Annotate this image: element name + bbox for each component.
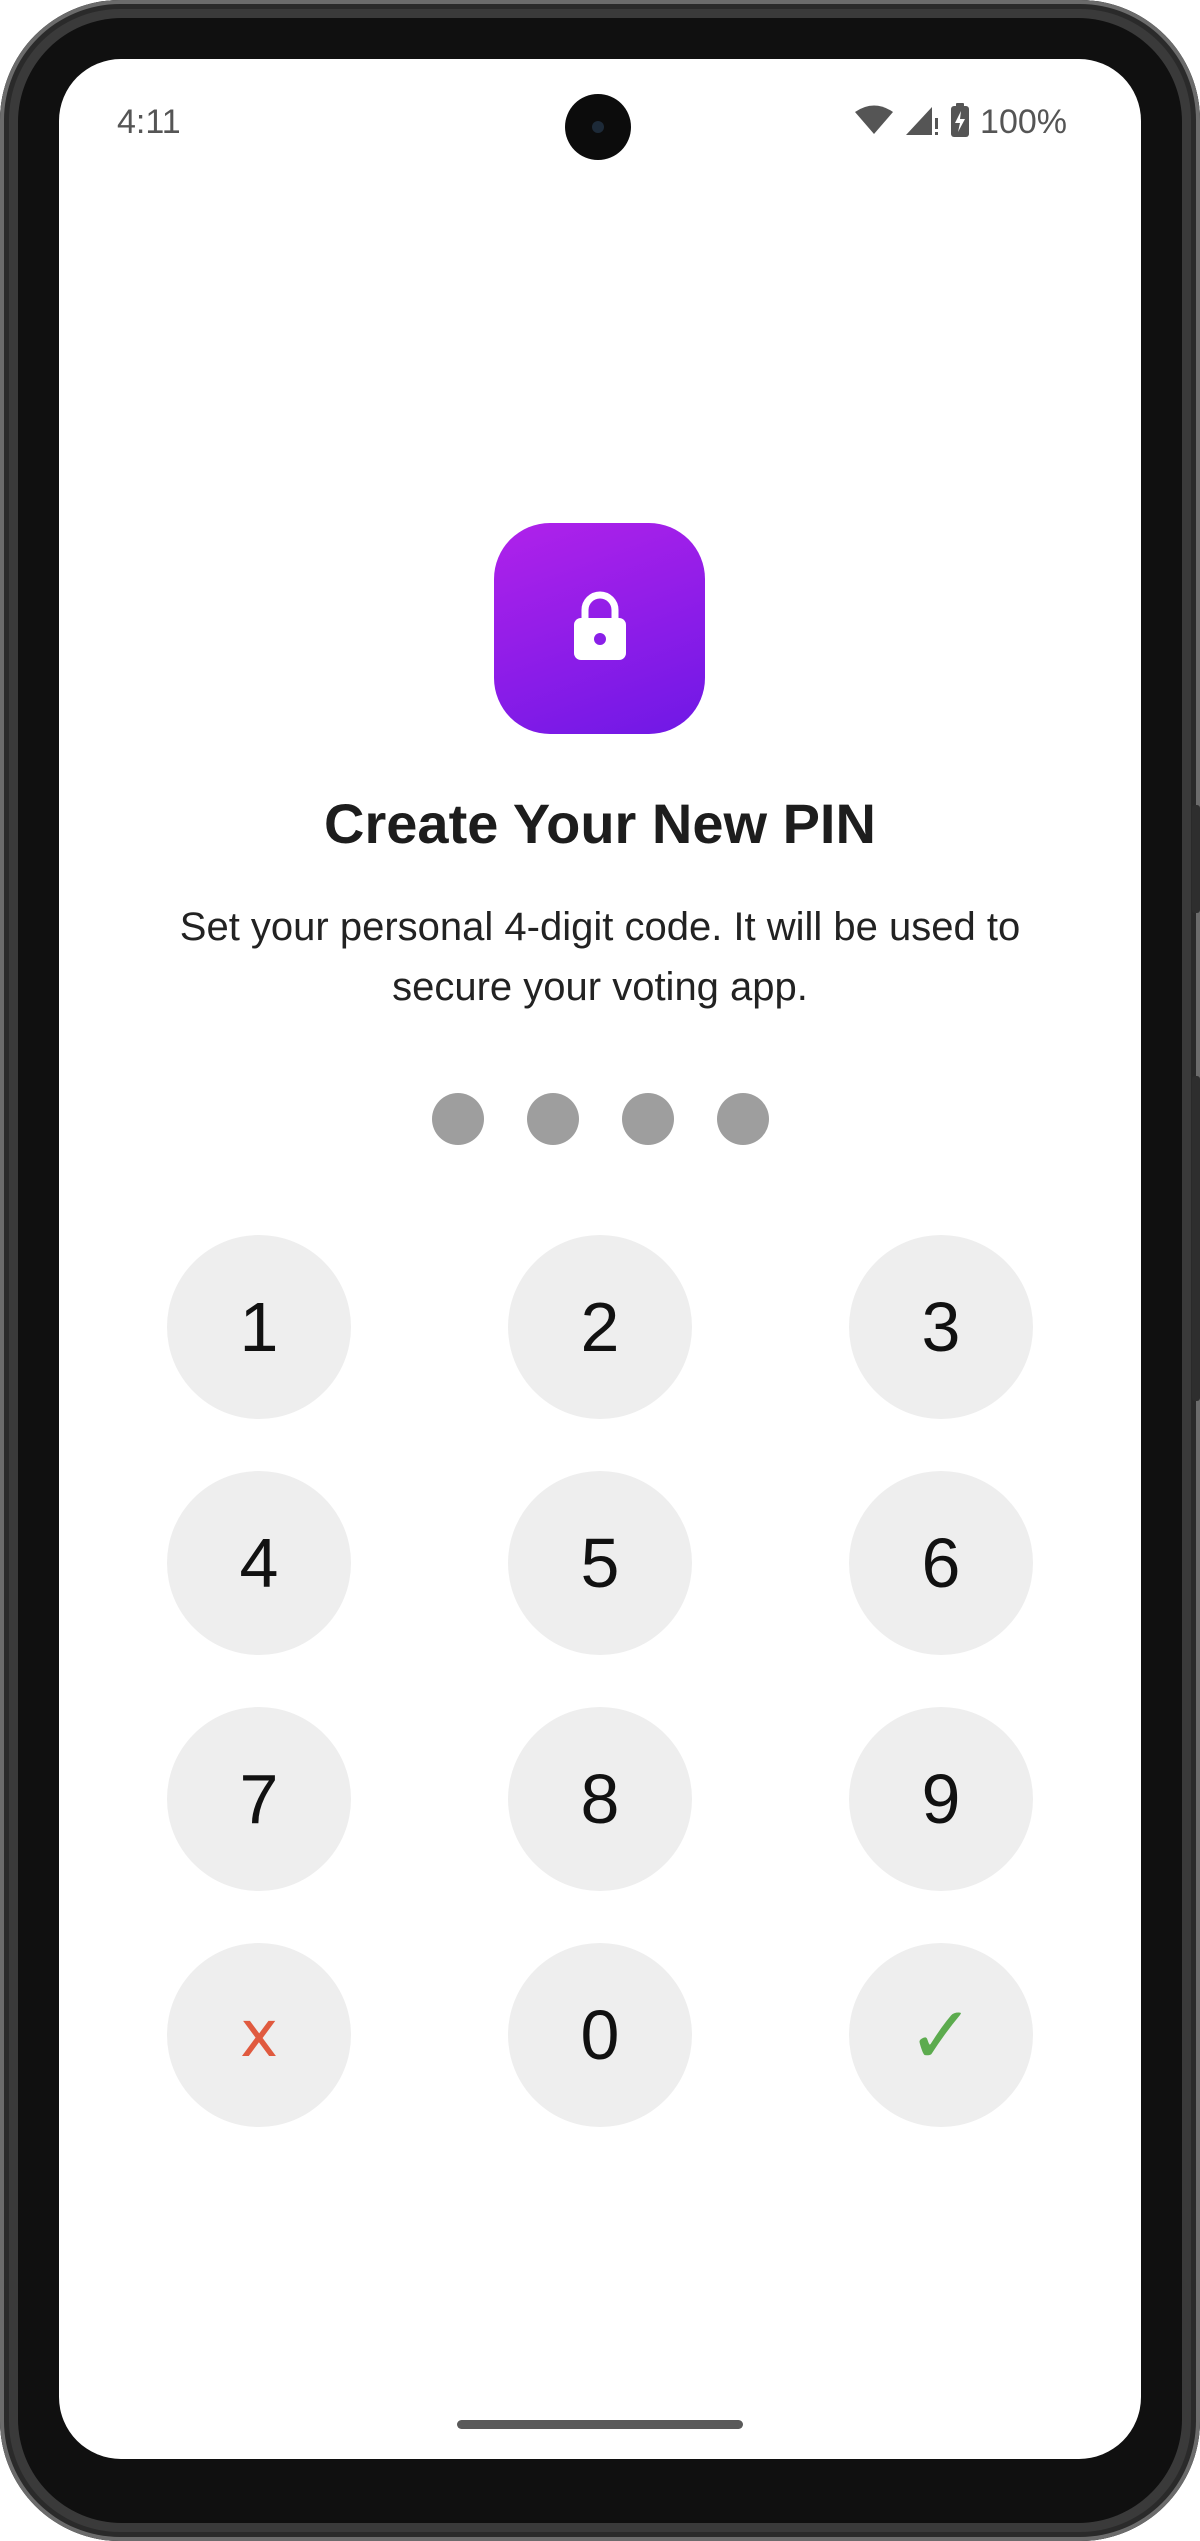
checkmark-icon: ✓ xyxy=(907,1988,975,2082)
key-7[interactable]: 7 xyxy=(167,1707,351,1891)
key-2[interactable]: 2 xyxy=(508,1235,692,1419)
pin-dot xyxy=(526,1093,579,1145)
key-9[interactable]: 9 xyxy=(849,1707,1033,1891)
confirm-button[interactable]: ✓ xyxy=(849,1943,1033,2127)
clear-button[interactable]: x xyxy=(167,1943,351,2127)
battery-percent: 100% xyxy=(980,103,1067,141)
screen: 4:11 100% Create Your New PIN Set your p… xyxy=(59,59,1141,2459)
home-indicator[interactable] xyxy=(457,2420,743,2429)
key-8[interactable]: 8 xyxy=(508,1707,692,1891)
number-keypad: 1 2 3 4 5 6 7 8 9 x 0 ✓ xyxy=(167,1235,1033,2127)
page-title: Create Your New PIN xyxy=(324,792,876,855)
lock-icon xyxy=(571,590,629,667)
key-1[interactable]: 1 xyxy=(167,1235,351,1419)
key-3[interactable]: 3 xyxy=(849,1235,1033,1419)
power-button xyxy=(1192,805,1200,913)
volume-button xyxy=(1192,1076,1200,1401)
key-6[interactable]: 6 xyxy=(849,1471,1033,1655)
key-0[interactable]: 0 xyxy=(508,1943,692,2127)
clear-icon: x xyxy=(240,1998,278,2072)
app-lock-badge xyxy=(494,523,705,734)
key-4[interactable]: 4 xyxy=(167,1471,351,1655)
status-bar: 4:11 100% xyxy=(59,59,1141,189)
wifi-icon xyxy=(854,105,894,140)
battery-charging-icon xyxy=(950,103,970,142)
signal-icon xyxy=(904,104,940,141)
page-subtitle: Set your personal 4-digit code. It will … xyxy=(179,905,1021,1009)
status-time: 4:11 xyxy=(117,103,181,141)
status-icons: 100% xyxy=(854,103,1067,142)
key-5[interactable]: 5 xyxy=(508,1471,692,1655)
pin-dot xyxy=(431,1093,484,1145)
front-camera xyxy=(565,94,631,160)
phone-frame: 4:11 100% Create Your New PIN Set your p… xyxy=(0,0,1200,2541)
pin-dot xyxy=(716,1093,769,1145)
pin-indicator xyxy=(59,1093,1141,1145)
pin-dot xyxy=(621,1093,674,1145)
